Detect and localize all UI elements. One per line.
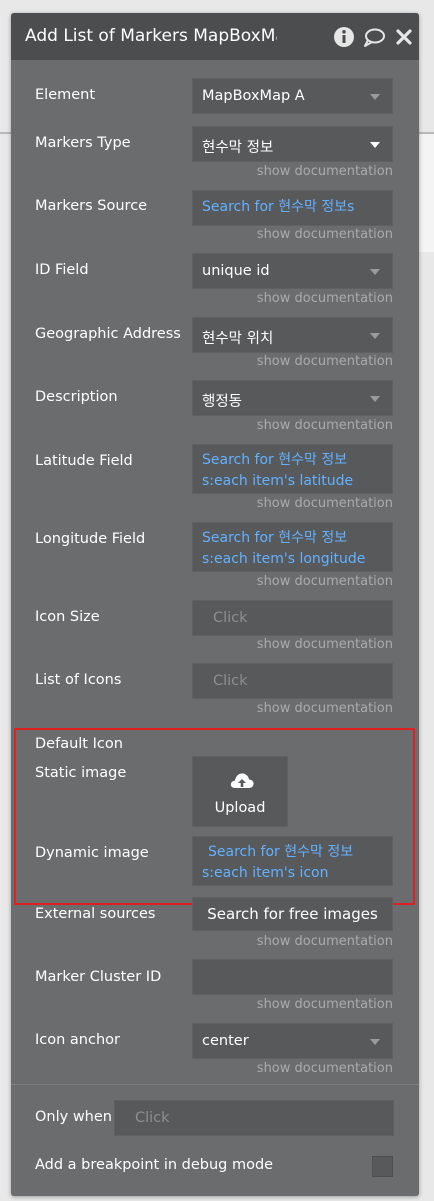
- icon-size-placeholder: Click: [213, 610, 248, 626]
- latitude-expression-line2: s:each item's latitude: [202, 473, 354, 489]
- description-value: 행정동: [202, 394, 243, 410]
- id-field-value: unique id: [202, 263, 270, 279]
- property-editor-panel: Add List of Markers MapBoxMap Element Ma…: [11, 13, 419, 1196]
- show-documentation-link[interactable]: show documentation: [257, 1061, 393, 1076]
- markers-source-value: Search for 현수막 정보s: [202, 199, 355, 215]
- icon-size-input[interactable]: Click: [192, 600, 393, 636]
- dynamic-image-expression[interactable]: Search for 현수막 정보 s:each item's icon: [192, 836, 393, 886]
- markers-type-label: Markers Type: [35, 135, 131, 151]
- element-label: Element: [35, 87, 96, 103]
- icon-size-label: Icon Size: [35, 609, 100, 625]
- element-dropdown[interactable]: MapBoxMap A: [192, 78, 393, 114]
- geographic-address-value: 현수막 위치: [202, 331, 274, 347]
- latitude-field-expression[interactable]: Search for 현수막 정보 s:each item's latitude: [192, 444, 393, 494]
- show-documentation-link[interactable]: show documentation: [257, 354, 393, 369]
- longitude-expression-line2: s:each item's longitude: [202, 551, 366, 567]
- show-documentation-link[interactable]: show documentation: [257, 997, 393, 1012]
- latitude-field-label: Latitude Field: [35, 453, 133, 469]
- list-of-icons-placeholder: Click: [213, 673, 248, 689]
- only-when-input[interactable]: Click: [114, 1100, 394, 1136]
- dynamic-expression-line2: s:each item's icon: [202, 865, 329, 881]
- search-free-images-button[interactable]: Search for free images: [192, 897, 393, 931]
- chevron-down-icon: [370, 1039, 380, 1045]
- longitude-field-expression[interactable]: Search for 현수막 정보 s:each item's longitud…: [192, 522, 393, 572]
- show-documentation-link[interactable]: show documentation: [257, 291, 393, 306]
- close-icon[interactable]: [393, 26, 415, 48]
- show-documentation-link[interactable]: show documentation: [257, 574, 393, 589]
- show-documentation-link[interactable]: show documentation: [257, 637, 393, 652]
- chevron-down-icon: [370, 396, 380, 402]
- info-icon[interactable]: [333, 26, 355, 48]
- list-of-icons-input[interactable]: Click: [192, 663, 393, 699]
- chevron-down-icon: [370, 94, 380, 100]
- show-documentation-link[interactable]: show documentation: [257, 418, 393, 433]
- markers-type-dropdown[interactable]: 현수막 정보: [192, 126, 393, 162]
- show-documentation-link[interactable]: show documentation: [257, 227, 393, 242]
- dynamic-expression-line1: Search for 현수막 정보: [208, 844, 354, 860]
- element-value: MapBoxMap A: [202, 88, 305, 104]
- upload-label: Upload: [214, 800, 266, 816]
- default-icon-heading: Default Icon: [35, 736, 123, 752]
- show-documentation-link[interactable]: show documentation: [257, 496, 393, 511]
- section-divider: [11, 1084, 419, 1085]
- breakpoint-checkbox[interactable]: [372, 1156, 393, 1177]
- panel-header[interactable]: Add List of Markers MapBoxMap: [11, 13, 419, 60]
- upload-button[interactable]: Upload: [192, 756, 288, 827]
- static-image-label: Static image: [35, 765, 127, 781]
- only-when-placeholder: Click: [135, 1110, 170, 1126]
- panel-title: Add List of Markers MapBoxMap: [25, 26, 277, 46]
- icon-anchor-label: Icon anchor: [35, 1032, 120, 1048]
- comment-icon[interactable]: [363, 26, 385, 48]
- show-documentation-link[interactable]: show documentation: [257, 701, 393, 716]
- chevron-down-icon: [370, 333, 380, 339]
- id-field-dropdown[interactable]: unique id: [192, 253, 393, 289]
- id-field-label: ID Field: [35, 262, 89, 278]
- longitude-expression-line1: Search for 현수막 정보: [202, 530, 348, 546]
- chevron-down-icon: [370, 142, 380, 148]
- markers-source-label: Markers Source: [35, 198, 148, 214]
- description-label: Description: [35, 389, 118, 405]
- list-of-icons-label: List of Icons: [35, 672, 122, 688]
- external-sources-label: External sources: [35, 906, 156, 922]
- latitude-expression-line1: Search for 현수막 정보: [202, 452, 348, 468]
- geographic-address-label: Geographic Address F: [35, 326, 185, 342]
- icon-anchor-value: center: [202, 1033, 249, 1049]
- breakpoint-label: Add a breakpoint in debug mode: [35, 1157, 274, 1173]
- dynamic-image-label: Dynamic image: [35, 845, 149, 861]
- show-documentation-link[interactable]: show documentation: [257, 934, 393, 949]
- cloud-upload-icon: [230, 773, 254, 788]
- chevron-down-icon: [370, 269, 380, 275]
- longitude-field-label: Longitude Field: [35, 531, 146, 547]
- geographic-address-dropdown[interactable]: 현수막 위치: [192, 317, 393, 353]
- icon-anchor-dropdown[interactable]: center: [192, 1023, 393, 1059]
- show-documentation-link[interactable]: show documentation: [257, 164, 393, 179]
- marker-cluster-id-label: Marker Cluster ID: [35, 969, 162, 985]
- markers-type-value: 현수막 정보: [202, 140, 274, 156]
- markers-source-expression[interactable]: Search for 현수막 정보s: [192, 190, 393, 226]
- description-dropdown[interactable]: 행정동: [192, 380, 393, 416]
- marker-cluster-id-input[interactable]: [192, 959, 393, 995]
